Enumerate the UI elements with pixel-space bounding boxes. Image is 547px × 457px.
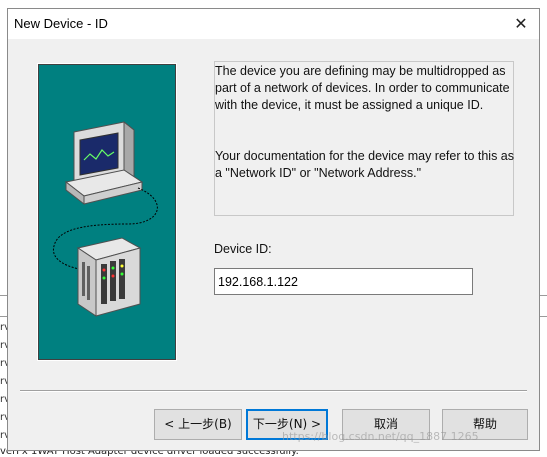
device-id-input[interactable] <box>214 268 473 295</box>
button-separator <box>20 390 527 392</box>
network-illustration <box>52 120 158 317</box>
info-paragraph: Your documentation for the device may re… <box>215 149 515 180</box>
close-icon: ✕ <box>514 14 528 33</box>
back-button[interactable]: < 上一步(B) <box>154 409 242 440</box>
rack-device-icon <box>76 237 142 317</box>
computer-icon <box>64 120 144 206</box>
wizard-illustration <box>37 63 177 361</box>
info-paragraph: The device you are defining may be multi… <box>215 64 510 112</box>
title-bar[interactable]: New Device - ID ✕ <box>8 9 539 39</box>
watermark: https://blog.csdn.net/qq_1887 1265 <box>282 430 479 443</box>
dialog-title: New Device - ID <box>14 16 108 31</box>
close-button[interactable]: ✕ <box>503 9 539 39</box>
device-id-label: Device ID: <box>214 242 272 256</box>
new-device-dialog: New Device - ID ✕ The device you are def… <box>7 8 540 451</box>
info-panel: The device you are defining may be multi… <box>214 61 514 216</box>
